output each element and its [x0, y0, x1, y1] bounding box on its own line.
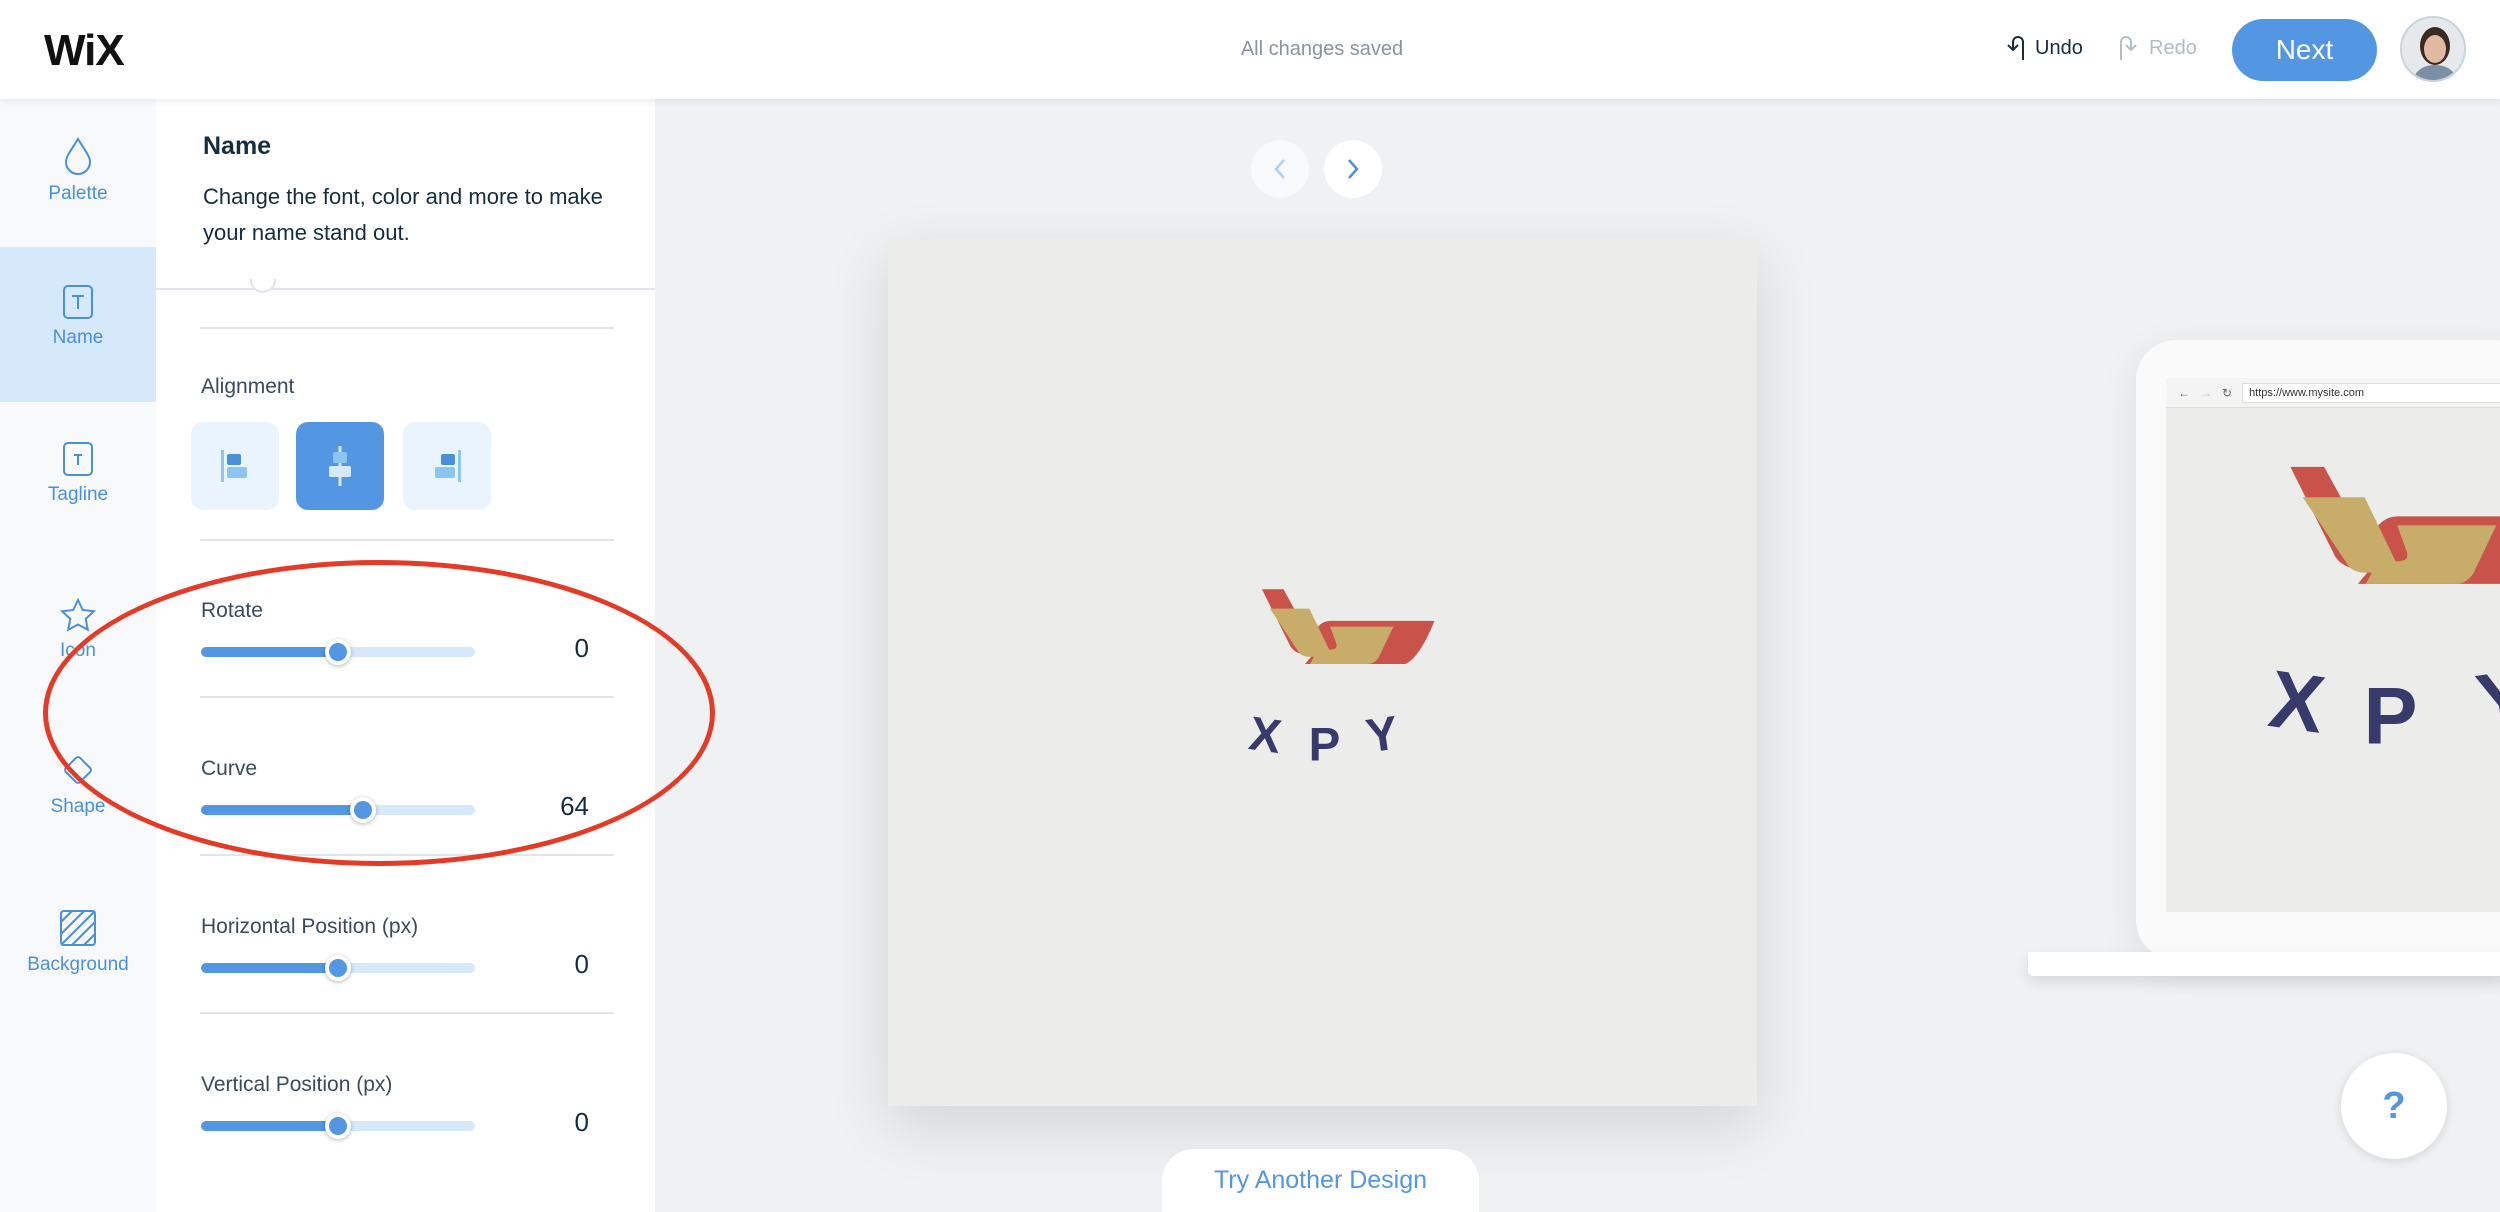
- alignment-label: Alignment: [201, 375, 295, 398]
- reload-icon: ↻: [2222, 385, 2233, 400]
- divider: [200, 1012, 614, 1014]
- mockup-logo-graphic: X P Y: [2264, 466, 2500, 762]
- align-left-icon: [221, 450, 247, 482]
- diamond-icon: [64, 756, 92, 784]
- next-design-button[interactable]: [1324, 140, 1382, 198]
- hatch-icon: [60, 910, 96, 946]
- align-right-icon: [435, 450, 461, 482]
- chevron-left-icon: [1274, 159, 1285, 179]
- help-button[interactable]: ?: [2341, 1053, 2447, 1159]
- next-button[interactable]: Next: [2232, 19, 2377, 81]
- vertical-position-slider[interactable]: [201, 1113, 475, 1139]
- curve-value: 64: [560, 791, 589, 821]
- chevron-right-icon: [1348, 159, 1359, 179]
- divider: [156, 288, 655, 290]
- redo-icon: [2120, 36, 2137, 60]
- vertical-position-value: 0: [574, 1107, 589, 1137]
- sidebar-item-label: Shape: [50, 796, 106, 817]
- rotate-value: 0: [574, 633, 589, 663]
- logo-preview-canvas: X P Y: [888, 239, 1757, 1106]
- horizontal-position-label: Horizontal Position (px): [201, 915, 419, 938]
- horizontal-position-slider[interactable]: [201, 955, 475, 981]
- slider-thumb[interactable]: [325, 955, 351, 981]
- divider: [200, 539, 614, 541]
- logo-name-letter: X: [1246, 707, 1285, 764]
- mockup-browser-bar: ← → ↻ https://www.mysite.com: [2166, 378, 2500, 408]
- panel-description: Change the font, color and more to make …: [203, 184, 603, 245]
- drop-icon: [64, 137, 92, 175]
- forward-arrow-icon: →: [2200, 385, 2212, 400]
- slider-fill: [201, 805, 363, 815]
- svg-text:Y: Y: [2471, 653, 2500, 750]
- mockup-screen: ← → ↻ https://www.mysite.com X P Y: [2166, 378, 2500, 912]
- align-left-button[interactable]: [191, 422, 279, 510]
- sidebar-item-tagline[interactable]: Tagline: [0, 404, 156, 559]
- star-icon: [60, 598, 96, 632]
- sidebar: Palette Name Tagline Icon Shape Backgrou…: [0, 99, 156, 1212]
- sidebar-item-background[interactable]: Background: [0, 872, 156, 1027]
- top-bar: WiX All changes saved Undo Redo Next: [0, 0, 2500, 99]
- wix-logo[interactable]: WiX: [44, 26, 125, 76]
- sidebar-item-label: Tagline: [47, 484, 109, 505]
- undo-button[interactable]: Undo: [2003, 34, 2083, 62]
- sidebar-item-label: Palette: [48, 183, 108, 204]
- logo-name-letter: Y: [1363, 707, 1402, 764]
- curve-label: Curve: [201, 757, 258, 780]
- align-center-button[interactable]: [296, 422, 384, 510]
- mockup-url: https://www.mysite.com: [2242, 382, 2500, 403]
- undo-label: Undo: [2035, 36, 2083, 59]
- divider: [200, 327, 614, 329]
- slider-fill: [201, 647, 338, 657]
- previous-design-button[interactable]: [1251, 140, 1309, 198]
- slider-thumb-partial[interactable]: [250, 279, 276, 293]
- logo-name-letter: P: [1309, 718, 1341, 771]
- sidebar-item-label: Icon: [60, 640, 96, 661]
- horizontal-position-value: 0: [574, 949, 589, 979]
- panel-title: Name: [203, 132, 272, 160]
- sidebar-item-shape[interactable]: Shape: [0, 716, 156, 871]
- curve-slider[interactable]: [201, 797, 475, 823]
- svg-text:P: P: [2364, 672, 2418, 762]
- slider-fill: [201, 963, 338, 973]
- laptop-mockup: ← → ↻ https://www.mysite.com X P Y: [2136, 340, 2500, 960]
- undo-icon: [2007, 36, 2024, 60]
- text-box-icon: [63, 285, 93, 319]
- divider: [200, 696, 614, 698]
- divider: [200, 854, 614, 856]
- avatar[interactable]: [2400, 16, 2466, 82]
- align-center-icon: [329, 446, 351, 486]
- slider-fill: [201, 1121, 338, 1131]
- sidebar-item-name[interactable]: Name: [0, 247, 156, 402]
- sidebar-item-label: Background: [27, 954, 129, 975]
- slider-thumb[interactable]: [325, 1113, 351, 1139]
- save-status: All changes saved: [1240, 38, 1404, 60]
- align-right-button[interactable]: [403, 422, 491, 510]
- redo-label: Redo: [2149, 36, 2197, 59]
- svg-text:X: X: [2264, 654, 2330, 751]
- laptop-base: [2028, 952, 2500, 976]
- logo-graphic: X P Y: [1246, 589, 1435, 771]
- slider-thumb[interactable]: [349, 797, 376, 823]
- rotate-slider[interactable]: [201, 639, 475, 665]
- name-settings-panel: Name Change the font, color and more to …: [156, 99, 655, 1212]
- redo-button[interactable]: Redo: [2117, 34, 2197, 62]
- back-arrow-icon: ←: [2178, 385, 2190, 400]
- slider-thumb[interactable]: [325, 639, 351, 665]
- sidebar-item-palette[interactable]: Palette: [0, 99, 156, 254]
- rotate-label: Rotate: [201, 599, 263, 622]
- try-another-design-button[interactable]: Try Another Design: [1162, 1149, 1479, 1212]
- sidebar-item-label: Name: [52, 327, 104, 348]
- text-box-icon: [63, 442, 93, 476]
- sidebar-item-icon[interactable]: Icon: [0, 560, 156, 715]
- vertical-position-label: Vertical Position (px): [201, 1073, 393, 1096]
